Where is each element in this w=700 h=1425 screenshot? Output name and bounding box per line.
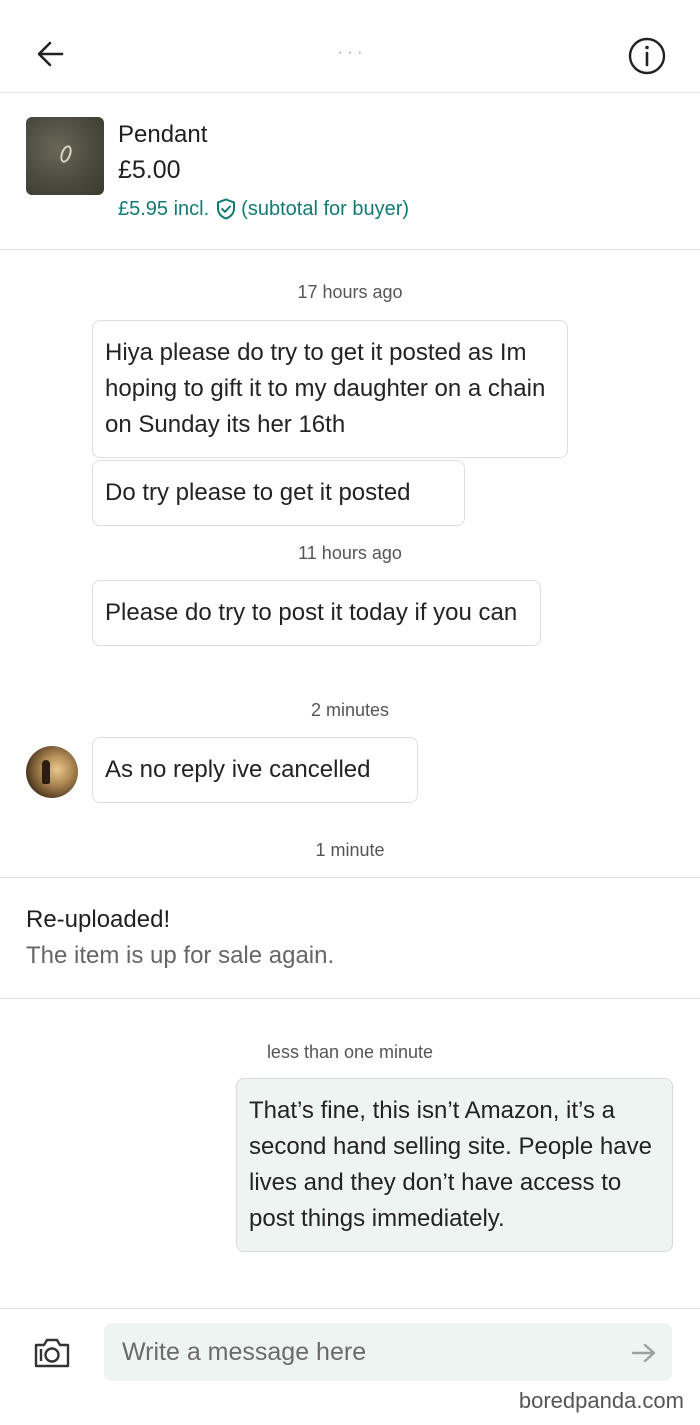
conversation-user-name: · · · bbox=[337, 44, 363, 61]
system-notice-description: The item is up for sale again. bbox=[26, 942, 335, 969]
top-bar: · · · bbox=[0, 0, 700, 93]
system-notice: Re-uploaded! The item is up for sale aga… bbox=[0, 877, 700, 999]
message-input[interactable] bbox=[104, 1323, 672, 1381]
timestamp: 17 hours ago bbox=[297, 282, 403, 302]
avatar-figure bbox=[42, 760, 50, 784]
camera-button[interactable] bbox=[33, 1337, 71, 1369]
message-bubble-incoming: Hiya please do try to get it posted as I… bbox=[92, 320, 568, 458]
message-thread[interactable]: 17 hours ago Hiya please do try to get i… bbox=[0, 250, 700, 1308]
message-bubble-incoming: Please do try to post it today if you ca… bbox=[92, 580, 541, 646]
info-circle-icon bbox=[628, 37, 666, 75]
item-summary[interactable]: Pendant £5.00 £5.95 incl. (subtotal for … bbox=[0, 93, 700, 250]
back-button[interactable] bbox=[30, 34, 72, 74]
timestamp: less than one minute bbox=[266, 1042, 434, 1062]
message-bubble-incoming: Do try please to get it posted bbox=[92, 460, 465, 526]
item-thumbnail[interactable] bbox=[26, 117, 104, 195]
send-arrow-icon bbox=[631, 1343, 656, 1363]
buyer-price-row: £5.95 incl. (subtotal for buyer) bbox=[118, 197, 409, 221]
arrow-left-icon bbox=[37, 41, 64, 67]
shield-check-icon bbox=[214, 197, 238, 221]
watermark: boredpanda.com bbox=[518, 1388, 684, 1413]
message-bubble-outgoing: That’s fine, this isn’t Amazon, it’s a s… bbox=[236, 1078, 673, 1252]
item-price: £5.00 bbox=[118, 156, 181, 184]
timestamp: 2 minutes bbox=[310, 700, 390, 720]
send-button[interactable] bbox=[630, 1341, 658, 1365]
buyer-price-note: (subtotal for buyer) bbox=[241, 197, 410, 220]
buyer-price: £5.95 incl. bbox=[118, 197, 210, 220]
avatar[interactable] bbox=[26, 746, 78, 798]
message-bubble-incoming: As no reply ive cancelled bbox=[92, 737, 418, 803]
timestamp: 1 minute bbox=[315, 840, 385, 860]
camera-icon bbox=[34, 1338, 70, 1368]
info-button[interactable] bbox=[627, 36, 667, 76]
message-composer bbox=[0, 1308, 700, 1389]
system-notice-title: Re-uploaded! bbox=[26, 906, 171, 933]
item-title: Pendant bbox=[118, 121, 208, 148]
pendant-image bbox=[58, 143, 74, 165]
timestamp: 11 hours ago bbox=[298, 543, 402, 563]
